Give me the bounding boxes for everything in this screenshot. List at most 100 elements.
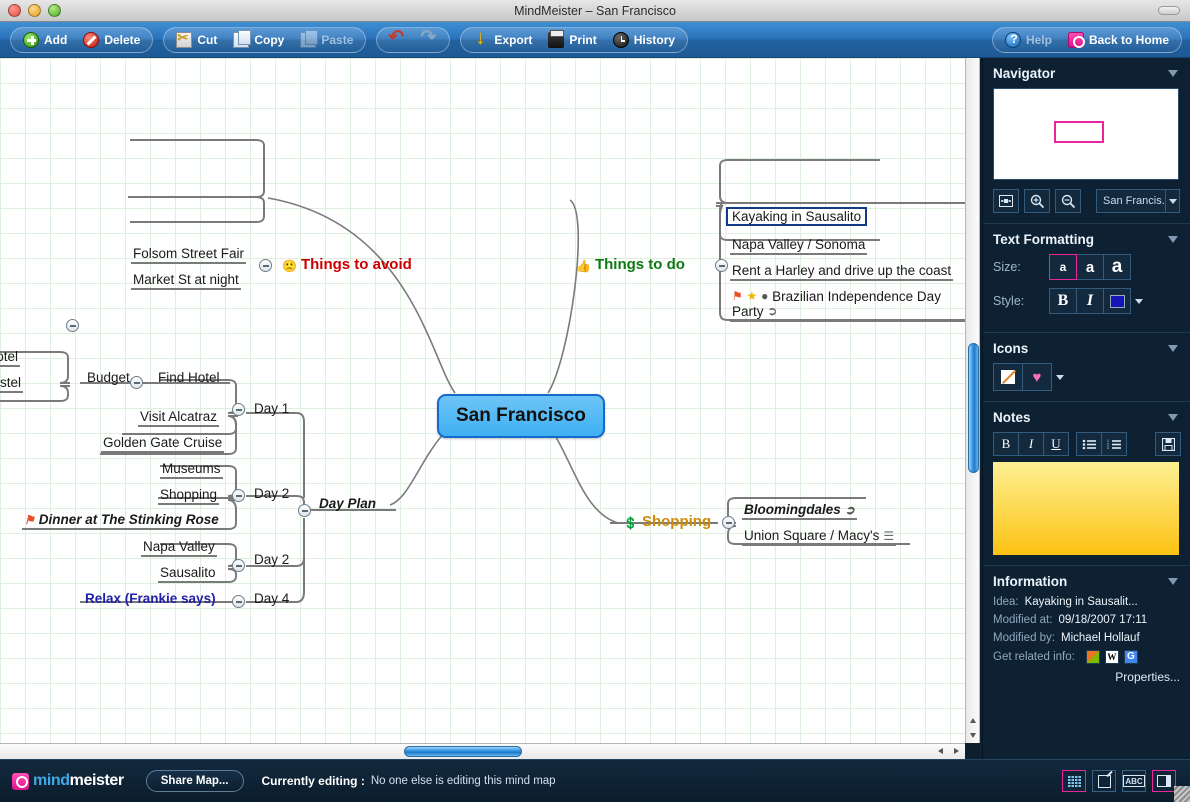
map-node-napa-valley-sonoma[interactable]: Napa Valley / Sonoma <box>730 237 868 255</box>
notes-textarea[interactable] <box>993 462 1179 555</box>
scroll-right-button[interactable] <box>949 744 965 760</box>
navigator-header[interactable]: Navigator <box>983 58 1190 88</box>
map-node-shopping-day2[interactable]: Shopping <box>158 487 220 505</box>
window-resize-handle[interactable] <box>1174 786 1190 802</box>
help-button[interactable]: Help <box>997 29 1060 51</box>
map-node-day-2-second[interactable]: Day 2 <box>252 552 291 568</box>
font-size-medium-button[interactable]: a <box>1076 254 1104 280</box>
collapse-knob-things-to-avoid[interactable] <box>259 259 272 272</box>
mindmeister-logo[interactable]: mindmeister <box>12 772 124 790</box>
map-node-day-4[interactable]: Day 4 <box>252 591 291 607</box>
redo-button[interactable] <box>413 26 445 51</box>
collapse-knob-find-hotel[interactable] <box>130 376 143 389</box>
map-node-cheap-hostel[interactable]: ap Hostel <box>0 375 24 393</box>
scroll-left-button[interactable] <box>933 744 949 760</box>
map-node-dinner-at-the-stinking-rose[interactable]: ⚑ Dinner at The Stinking Rose <box>22 512 221 530</box>
notes-header[interactable]: Notes <box>983 402 1190 432</box>
map-node-union-square-macys[interactable]: Union Square / Macy's ☰ <box>742 528 897 546</box>
navigator-minimap[interactable] <box>993 88 1179 180</box>
text-formatting-header[interactable]: Text Formatting <box>983 224 1190 254</box>
chevron-down-icon[interactable] <box>1165 190 1179 212</box>
horizontal-scroll-thumb[interactable] <box>404 746 522 757</box>
mindmap-canvas[interactable]: San Francisco Folsom Street Fair Market … <box>0 58 965 743</box>
map-node-things-to-avoid[interactable]: 🙁 Things to avoid <box>280 256 414 274</box>
chevron-down-icon[interactable] <box>1168 345 1178 352</box>
collapse-knob-things-to-do[interactable] <box>715 259 728 272</box>
collapse-knob-day-2-second[interactable] <box>232 559 245 572</box>
scroll-down-button[interactable] <box>966 728 981 743</box>
notes-numbered-list-button[interactable]: 1 2 3 <box>1101 432 1127 456</box>
navigator-viewport-rect[interactable] <box>1054 121 1104 143</box>
notes-bold-button[interactable]: B <box>993 432 1019 456</box>
toggle-spellcheck-button[interactable]: ABC <box>1122 770 1146 792</box>
history-button[interactable]: History <box>605 29 683 51</box>
cut-button[interactable]: Cut <box>168 29 225 51</box>
map-node-museums[interactable]: Museums <box>160 461 223 479</box>
map-node-find-hotel[interactable]: Find Hotel <box>156 370 222 386</box>
toggle-notes-button[interactable] <box>1092 770 1116 792</box>
collapse-knob-day-1[interactable] <box>232 403 245 416</box>
notes-save-button[interactable] <box>1155 432 1181 456</box>
remove-icon-button[interactable] <box>993 363 1023 391</box>
toggle-grid-button[interactable] <box>1062 770 1086 792</box>
collapse-knob-day-4[interactable] <box>232 595 245 608</box>
icons-header[interactable]: Icons <box>983 333 1190 363</box>
map-node-folsom-street-fair[interactable]: Folsom Street Fair <box>131 246 247 264</box>
map-select-dropdown[interactable]: San Francis... <box>1096 189 1180 213</box>
paste-button[interactable]: Paste <box>292 29 361 51</box>
text-color-button[interactable] <box>1103 288 1131 314</box>
canvas-horizontal-scrollbar[interactable] <box>0 743 965 759</box>
chevron-down-icon[interactable] <box>1168 578 1178 585</box>
collapse-knob-day-2-first[interactable] <box>232 489 245 502</box>
italic-button[interactable]: I <box>1076 288 1104 314</box>
bold-button[interactable]: B <box>1049 288 1077 314</box>
wikipedia-icon[interactable]: W <box>1104 650 1119 664</box>
add-button[interactable]: Add <box>15 29 75 51</box>
collapse-knob-budget[interactable] <box>66 319 79 332</box>
map-node-day-plan[interactable]: Day Plan <box>317 496 378 512</box>
map-node-shopping-right[interactable]: 💲 Shopping <box>621 513 713 531</box>
map-node-overnight-hotel[interactable]: ght Hotel <box>0 349 21 367</box>
map-node-market-st-at-night[interactable]: Market St at night <box>131 272 241 290</box>
font-size-small-button[interactable]: a <box>1049 254 1077 280</box>
information-header[interactable]: Information <box>983 566 1190 596</box>
export-button[interactable]: Export <box>465 27 540 51</box>
microsoft-search-icon[interactable] <box>1085 650 1100 664</box>
text-color-dropdown-caret[interactable] <box>1132 288 1146 314</box>
chevron-down-icon[interactable] <box>1168 236 1178 243</box>
scroll-up-button[interactable] <box>966 713 981 728</box>
chevron-down-icon[interactable] <box>1168 70 1178 77</box>
vertical-scroll-thumb[interactable] <box>968 343 979 473</box>
zoom-out-button[interactable] <box>1055 189 1081 213</box>
fit-to-screen-button[interactable] <box>993 189 1019 213</box>
root-node[interactable]: San Francisco <box>437 394 605 438</box>
notes-underline-button[interactable]: U <box>1043 432 1069 456</box>
map-node-bloomingdales[interactable]: Bloomingdales ➲ <box>742 502 857 520</box>
chevron-down-icon[interactable] <box>1168 414 1178 421</box>
back-to-home-button[interactable]: Back to Home <box>1060 29 1177 51</box>
icons-dropdown-caret[interactable] <box>1053 364 1067 390</box>
google-icon[interactable]: G <box>1123 650 1138 664</box>
undo-button[interactable] <box>381 26 413 51</box>
map-node-visit-alcatraz[interactable]: Visit Alcatraz <box>138 409 220 427</box>
map-node-rent-a-harley[interactable]: Rent a Harley and drive up the coast <box>730 263 954 281</box>
map-node-kayaking-in-sausalito[interactable]: Kayaking in Sausalito <box>726 207 868 226</box>
map-node-sausalito[interactable]: Sausalito <box>158 565 218 583</box>
toggle-sidebar-button[interactable] <box>1152 770 1176 792</box>
map-node-day-1[interactable]: Day 1 <box>252 401 291 417</box>
toolbar-toggle-button[interactable] <box>1158 6 1180 15</box>
copy-button[interactable]: Copy <box>225 29 292 51</box>
delete-button[interactable]: Delete <box>75 29 148 51</box>
collapse-knob-shopping[interactable] <box>722 516 735 529</box>
map-node-relax-frankie-says[interactable]: Relax (Frankie says) <box>83 591 218 607</box>
map-node-budget[interactable]: Budget <box>85 370 132 386</box>
map-node-day-2-first[interactable]: Day 2 <box>252 486 291 502</box>
collapse-knob-day-plan[interactable] <box>298 504 311 517</box>
map-node-brazilian-independence-day-party[interactable]: ⚑ ★ ● Brazilian Independence Day Party ➲ <box>730 289 965 322</box>
notes-italic-button[interactable]: I <box>1018 432 1044 456</box>
print-button[interactable]: Print <box>540 29 604 51</box>
map-node-napa-valley[interactable]: Napa Valley <box>141 539 217 557</box>
font-size-large-button[interactable]: a <box>1103 254 1131 280</box>
zoom-in-button[interactable] <box>1024 189 1050 213</box>
share-map-button[interactable]: Share Map... <box>145 770 244 792</box>
